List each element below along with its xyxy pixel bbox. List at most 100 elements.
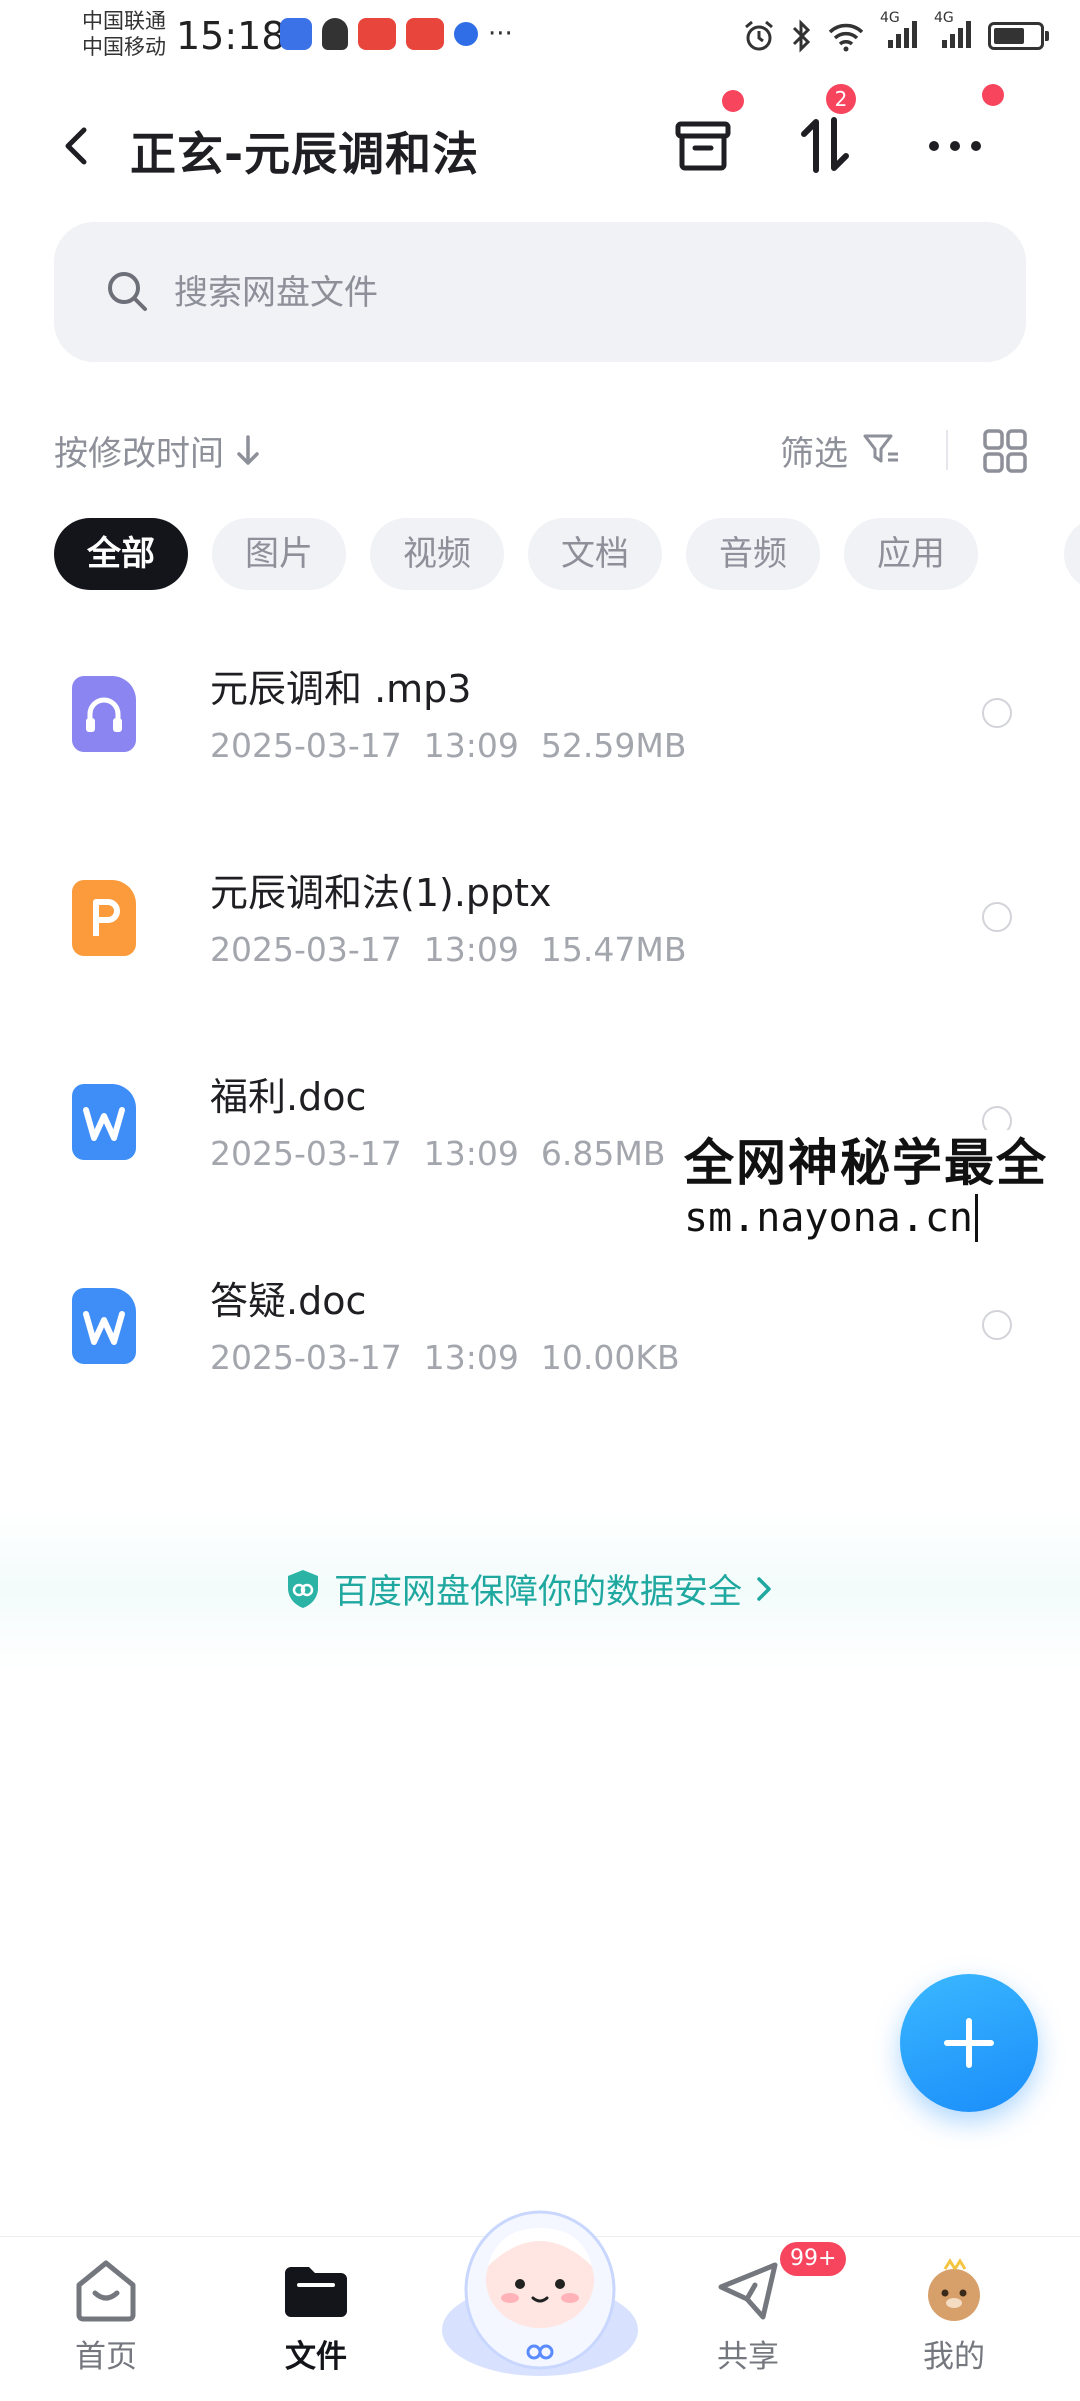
bluetooth-icon — [792, 19, 811, 53]
alarm-icon — [745, 20, 773, 51]
share-badge: 99+ — [780, 2242, 847, 2276]
carrier-1: 中国联通 — [82, 9, 166, 33]
network-type-2: 4G — [934, 10, 954, 26]
file-date: 2025-03-17 — [210, 1134, 402, 1173]
page-title: 正玄-元辰调和法 — [130, 127, 480, 181]
network-type-1: 4G — [880, 10, 900, 26]
filter-button[interactable]: 筛选 — [780, 426, 848, 475]
nav-files[interactable]: 文件 — [246, 2257, 386, 2376]
file-row[interactable]: 答疑.doc 2025-03-17 13:09 10.00KB — [0, 1252, 1080, 1456]
search-input[interactable] — [172, 258, 976, 328]
more-notifications-icon: ··· — [488, 19, 513, 49]
sort-button[interactable]: 按修改时间 — [54, 426, 261, 475]
tab-images[interactable]: 图片 — [212, 518, 346, 590]
notification-dot — [982, 84, 1004, 106]
select-radio[interactable] — [982, 902, 1012, 932]
status-bar: 中国联通 中国移动 15:18 ··· 4G 4G — [0, 0, 1080, 70]
watermark-line-2: sm.nayona.cn — [684, 1194, 978, 1242]
tab-all[interactable]: 全部 — [54, 518, 188, 590]
notification-icons: ··· — [280, 18, 513, 50]
app-notification-icon — [280, 18, 312, 50]
file-name: 元辰调和法(1).pptx — [210, 871, 552, 915]
tab-apps[interactable]: 应用 — [844, 518, 978, 590]
file-size: 52.59MB — [540, 726, 687, 765]
select-radio[interactable] — [982, 1310, 1012, 1340]
huawei-notification-icon — [406, 18, 444, 50]
carrier-info: 中国联通 中国移动 — [82, 8, 166, 60]
file-meta: 2025-03-17 13:09 6.85MB — [210, 1134, 687, 1173]
safety-link[interactable]: 百度网盘保障你的数据安全 — [284, 1564, 774, 1613]
filter-label: 筛选 — [780, 434, 848, 474]
transfer-badge: 2 — [826, 84, 856, 114]
file-meta: 2025-03-17 13:09 10.00KB — [210, 1338, 702, 1377]
word-file-icon — [72, 1084, 136, 1160]
nav-label: 首页 — [75, 2339, 137, 2375]
nav-label: 共享 — [717, 2339, 779, 2375]
file-name: 元辰调和 .mp3 — [210, 667, 472, 711]
nav-home[interactable]: 首页 — [36, 2257, 176, 2376]
search-bar[interactable] — [54, 222, 1026, 362]
back-arrow-icon[interactable] — [48, 116, 108, 176]
file-size: 15.47MB — [540, 930, 687, 969]
nav-label: 文件 — [285, 2339, 347, 2375]
header: 正玄-元辰调和法 2 — [0, 84, 1080, 200]
signal-2-icon: 4G — [934, 10, 974, 54]
file-row[interactable]: 元辰调和 .mp3 2025-03-17 13:09 52.59MB — [0, 640, 1080, 844]
shield-icon — [288, 1569, 318, 1608]
huawei-notification-icon — [358, 18, 396, 50]
wifi-icon — [828, 23, 864, 52]
file-time: 13:09 — [423, 726, 519, 765]
more-icon[interactable] — [920, 110, 990, 180]
file-size: 10.00KB — [540, 1338, 680, 1377]
safety-banner: 百度网盘保障你的数据安全 — [0, 1510, 1080, 1670]
battery-icon — [988, 22, 1049, 50]
file-row[interactable]: 元辰调和法(1).pptx 2025-03-17 13:09 15.47MB — [0, 844, 1080, 1048]
file-name: 答疑.doc — [210, 1279, 367, 1323]
clock: 15:18 — [176, 14, 286, 58]
tab-audio[interactable]: 音频 — [686, 518, 820, 590]
tab-documents[interactable]: 文档 — [528, 518, 662, 590]
nav-label: 我的 — [923, 2339, 985, 2375]
watermark-line-1: 全网神秘学最全 — [684, 1134, 1048, 1192]
file-meta: 2025-03-17 13:09 15.47MB — [210, 930, 708, 969]
system-icons: 4G 4G — [742, 10, 1049, 54]
chevron-right-icon — [757, 1576, 771, 1601]
file-time: 13:09 — [423, 1338, 519, 1377]
paper-plane-icon — [718, 2262, 778, 2320]
file-time: 13:09 — [423, 1134, 519, 1173]
grid-view-icon[interactable] — [982, 428, 1028, 474]
avatar-icon — [928, 2258, 980, 2321]
app-notification-icon — [322, 18, 348, 50]
ppt-file-icon — [72, 880, 136, 956]
sort-filter-row: 按修改时间 筛选 — [0, 420, 1080, 480]
select-radio[interactable] — [982, 698, 1012, 728]
mascot-assistant-icon[interactable] — [430, 2180, 650, 2380]
tab-overflow[interactable] — [1064, 518, 1080, 590]
category-tabs: 全部 图片 视频 文档 音频 应用 — [54, 518, 978, 590]
file-size: 6.85MB — [540, 1134, 666, 1173]
folder-icon — [285, 2267, 347, 2317]
baidu-paw-icon — [454, 22, 478, 46]
transfer-arrows-icon[interactable] — [790, 110, 860, 180]
search-icon — [108, 272, 147, 311]
safety-text: 百度网盘保障你的数据安全 — [334, 1572, 742, 1612]
home-icon — [76, 2260, 136, 2322]
file-date: 2025-03-17 — [210, 930, 402, 969]
notification-dot — [722, 90, 744, 112]
watermark-overlay: 全网神秘学最全 sm.nayona.cn — [678, 1130, 1054, 1244]
file-date: 2025-03-17 — [210, 726, 402, 765]
archive-box-icon[interactable] — [668, 110, 738, 180]
tab-videos[interactable]: 视频 — [370, 518, 504, 590]
file-list: 元辰调和 .mp3 2025-03-17 13:09 52.59MB 元辰调和法(1… — [0, 640, 1080, 1456]
file-meta: 2025-03-17 13:09 52.59MB — [210, 726, 708, 765]
file-date: 2025-03-17 — [210, 1338, 402, 1377]
plus-icon — [944, 2018, 994, 2068]
divider — [946, 430, 948, 470]
nav-profile[interactable]: 我的 — [884, 2257, 1024, 2376]
filter-funnel-icon[interactable] — [862, 432, 902, 468]
add-button[interactable] — [900, 1974, 1038, 2112]
signal-1-icon: 4G — [880, 10, 920, 54]
arrow-down-icon — [237, 435, 259, 465]
sort-label: 按修改时间 — [54, 434, 224, 474]
word-file-icon — [72, 1288, 136, 1364]
